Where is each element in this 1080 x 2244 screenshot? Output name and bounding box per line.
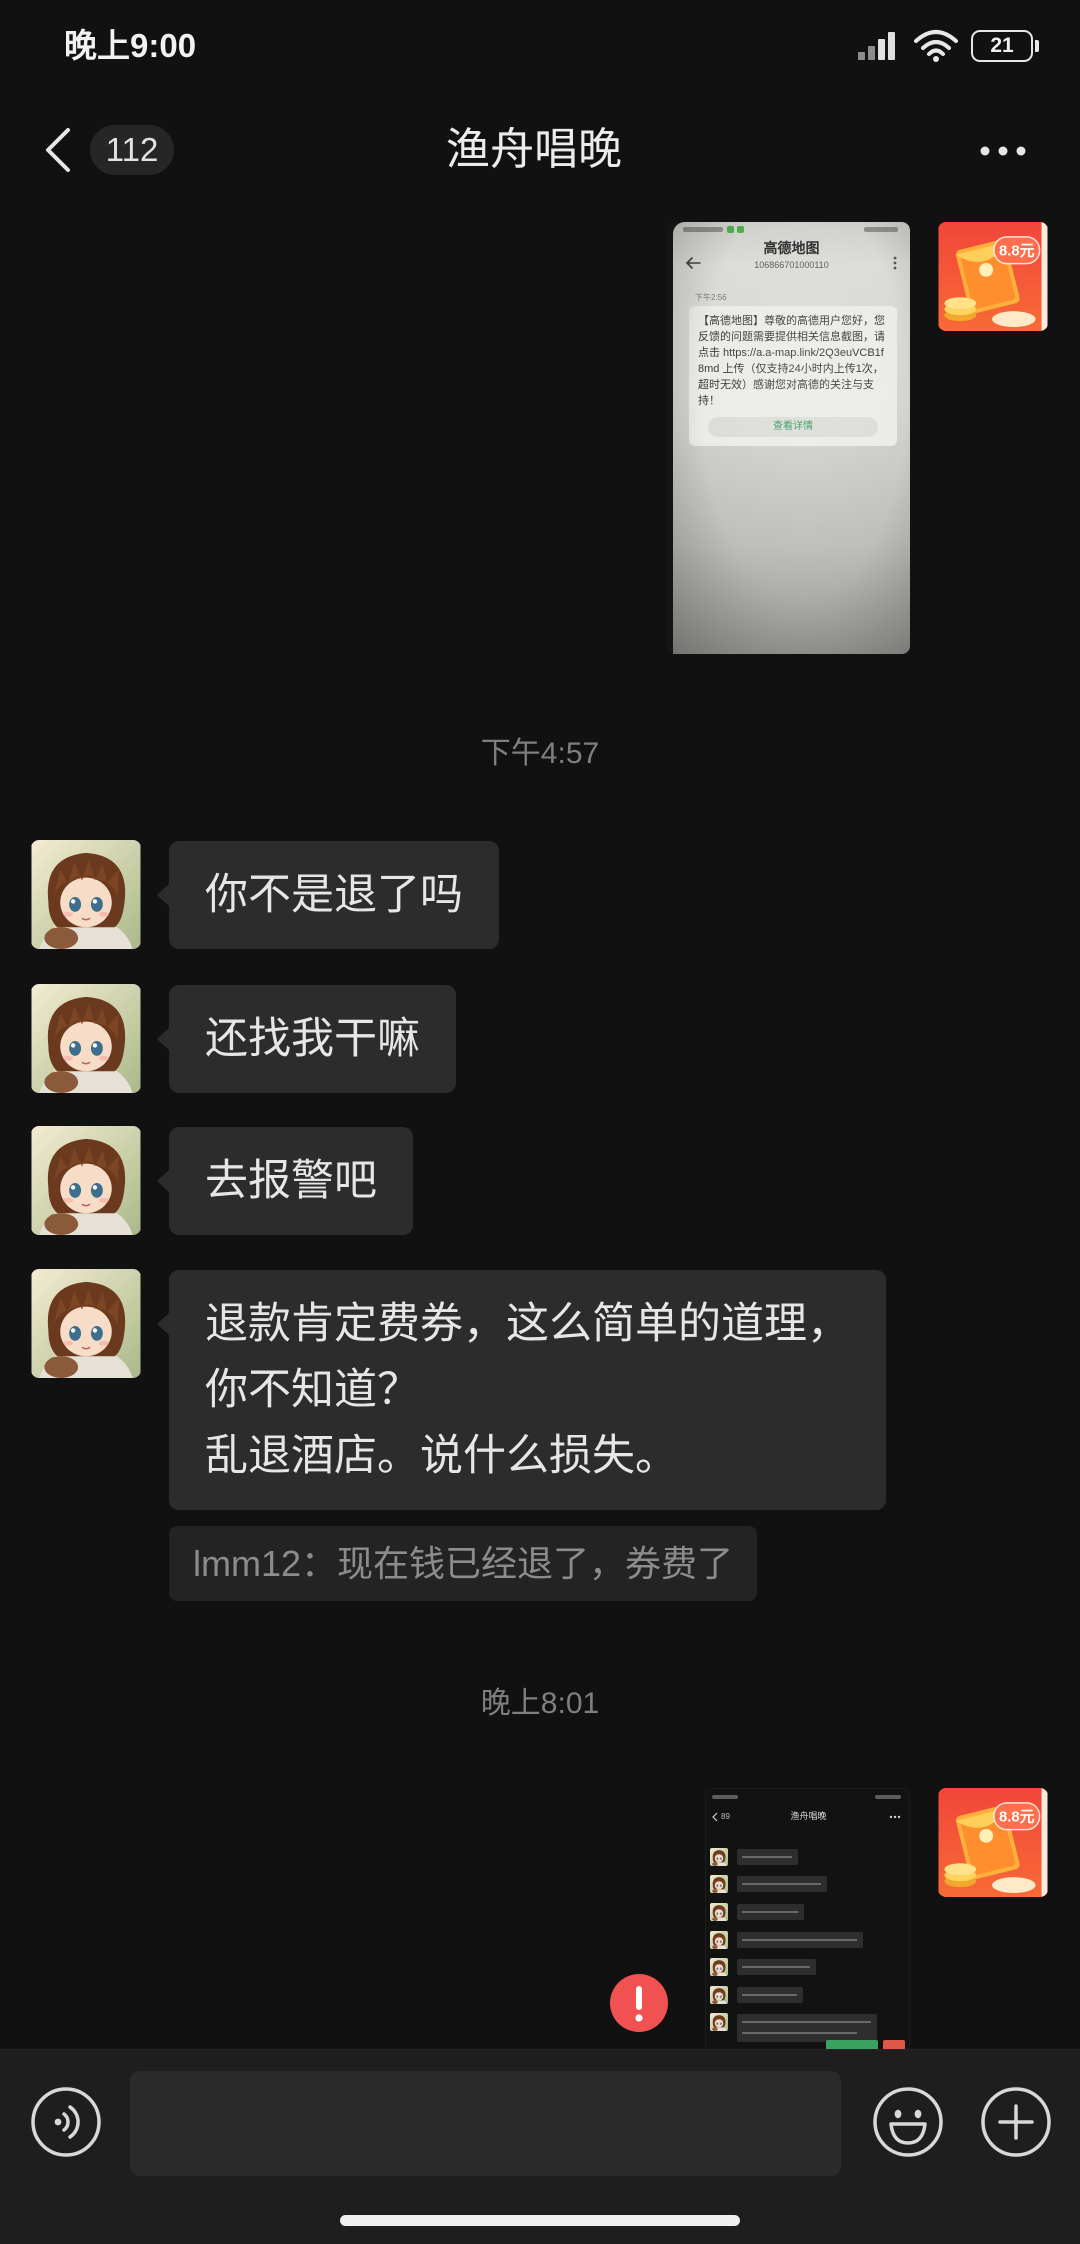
status-time: 晚上9:00 [64,27,197,64]
message-text-line: 乱退酒店。说什么损失。 [205,1432,678,1480]
photo-contact-avatar [710,2013,728,2031]
incoming-message-bubble[interactable]: 你不是退了吗 [157,841,499,949]
photo-contact-avatar [710,1931,728,1949]
timestamp: 下午4:57 [480,737,600,770]
photo-status-bar [683,227,723,232]
image-message-chat-screenshot[interactable]: 89 渔舟唱晚 [705,1788,910,2088]
input-bar [0,2049,1080,2244]
contact-avatar[interactable] [31,840,141,949]
home-indicator[interactable] [340,2215,740,2226]
photo-message-bubble [737,2014,877,2042]
photo-contact-avatar [710,1986,728,2004]
quoted-message[interactable]: lmm12：现在钱已经退了，券费了 [169,1526,758,1601]
photo-contact-avatar [710,1903,728,1921]
plus-icon[interactable] [980,2086,1052,2158]
image-message-sms-photo[interactable]: 高德地图 106866701000110 下午2:56 【高德地图】尊敬的高德用… [667,222,910,654]
my-avatar[interactable]: 8.8元 [938,222,1048,331]
wifi-icon [914,30,958,62]
more-icon [889,1815,901,1819]
contact-avatar[interactable] [31,984,141,1093]
sms-view-details-button: 查看详情 [708,417,878,437]
incoming-message-bubble[interactable]: 还找我干嘛 [157,985,456,1093]
contact-avatar[interactable] [31,1269,141,1378]
photo-status-icon [737,226,744,233]
message-text: 去报警吧 [205,1157,377,1205]
chat-title: 渔舟唱晚 [446,125,622,174]
battery-icon: 21 [971,30,1033,62]
my-avatar[interactable]: 8.8元 [938,1788,1048,1897]
photo-message-bubble [737,1959,816,1975]
sms-time: 下午2:56 [695,293,727,302]
photo-contact-avatar [710,1958,728,1976]
photo-contact-avatar [710,1875,728,1893]
contact-avatar[interactable] [31,1126,141,1235]
photo-message-bubble [737,1904,804,1920]
photo-chat-title: 渔舟唱晚 [790,1811,827,1821]
photo-status-bar [712,1795,738,1799]
message-input[interactable] [130,2071,841,2176]
exclamation-icon[interactable] [610,1974,668,2032]
message-text-line: 退款肯定费券，这么简单的道理， [205,1300,850,1348]
message-text: 还找我干嘛 [205,1015,420,1063]
photo-message-bubble [737,1987,803,2003]
photo-message-bubble [737,1932,863,1948]
photo-contact-avatar [710,1848,728,1866]
incoming-message-bubble[interactable]: 去报警吧 [157,1127,413,1235]
kebab-menu-icon [893,256,897,270]
photo-status-icons [875,1795,901,1799]
sms-body: 【高德地图】尊敬的高德用户您好，您反馈的问题需要提供相关信息截图，请点击 htt… [698,315,885,407]
incoming-message-bubble[interactable]: 退款肯定费券，这么简单的道理， 你不知道？ 乱退酒店。说什么损失。 [157,1270,886,1510]
more-icon[interactable] [978,140,1028,162]
photo-phone-screen: 高德地图 106866701000110 下午2:56 【高德地图】尊敬的高德用… [673,222,910,654]
sms-sender-number: 106866701000110 [754,260,829,270]
avatar-amount-text: 8.8元 [999,243,1035,260]
battery-level: 21 [990,34,1014,57]
message-text: 你不是退了吗 [205,871,463,919]
signal-icon [858,32,895,60]
photo-status-icons [864,227,898,232]
emoji-icon[interactable] [872,2086,944,2158]
photo-message-bubble [737,1849,798,1865]
photo-message-bubble [737,1876,827,1892]
sms-app-title: 高德地图 [763,240,820,256]
voice-icon[interactable] [30,2086,102,2158]
message-text-line: 你不知道？ [205,1366,420,1414]
photo-status-icon [727,226,734,233]
sms-bubble: 【高德地图】尊敬的高德用户您好，您反馈的问题需要提供相关信息截图，请点击 htt… [689,306,897,446]
timestamp: 晚上8:01 [480,1687,600,1720]
avatar-amount-text: 8.8元 [999,1809,1035,1826]
back-arrow-icon [685,257,701,269]
battery-tip [1035,40,1039,52]
